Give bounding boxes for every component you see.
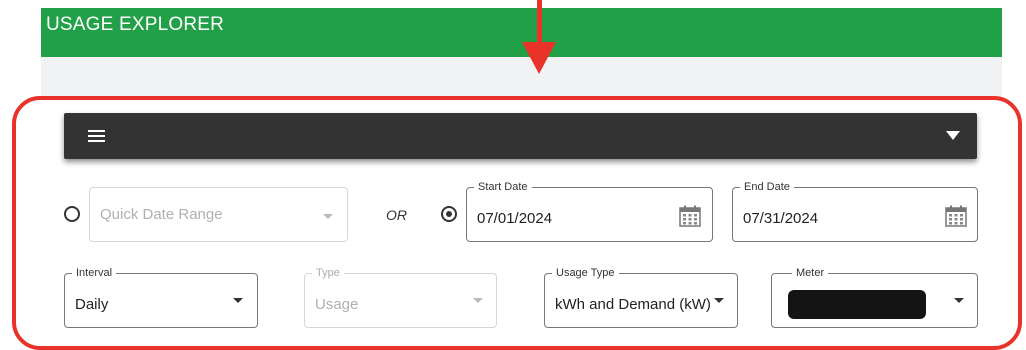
quick-range-radio[interactable]: [64, 206, 80, 222]
interval-label: Interval: [72, 266, 117, 280]
type-select: Type Usage: [304, 266, 497, 328]
chevron-down-icon: [233, 298, 243, 303]
calendar-icon[interactable]: [945, 205, 967, 227]
or-label: OR: [386, 207, 407, 223]
usage-type-select[interactable]: Usage Type kWh and Demand (kW): [544, 266, 738, 328]
usage-type-label: Usage Type: [552, 266, 619, 280]
end-date-value: 07/31/2024: [743, 210, 819, 227]
meter-label: Meter: [792, 266, 829, 280]
chevron-down-icon: [323, 214, 333, 219]
interval-select[interactable]: Interval Daily: [64, 266, 258, 328]
meter-redacted-value: [788, 290, 926, 319]
type-label: Type: [312, 266, 344, 280]
quick-date-range-placeholder: Quick Date Range: [100, 206, 223, 223]
usage-type-value: kWh and Demand (kW): [555, 296, 711, 313]
custom-range-radio[interactable]: [441, 206, 457, 222]
annotation-arrow-icon: [522, 42, 556, 74]
calendar-icon[interactable]: [679, 205, 701, 227]
start-date-value: 07/01/2024: [477, 210, 553, 227]
start-date-field[interactable]: Start Date 07/01/2024: [466, 180, 713, 242]
hamburger-menu-icon[interactable]: [88, 130, 105, 142]
start-date-label: Start Date: [474, 180, 532, 194]
quick-date-range-select[interactable]: Quick Date Range: [89, 187, 348, 242]
annotation-arrow-shaft: [537, 0, 542, 46]
chevron-down-icon: [473, 298, 483, 303]
end-date-field[interactable]: End Date 07/31/2024: [732, 180, 978, 242]
page-title: USAGE EXPLORER: [46, 14, 225, 35]
type-value: Usage: [315, 296, 359, 313]
chevron-down-icon: [714, 298, 724, 303]
filter-toolbar[interactable]: [64, 113, 977, 159]
interval-value: Daily: [75, 296, 109, 313]
collapse-chevron-icon[interactable]: [946, 131, 960, 140]
radio-selected-dot: [446, 211, 452, 217]
chevron-down-icon: [954, 298, 964, 303]
end-date-label: End Date: [740, 180, 794, 194]
